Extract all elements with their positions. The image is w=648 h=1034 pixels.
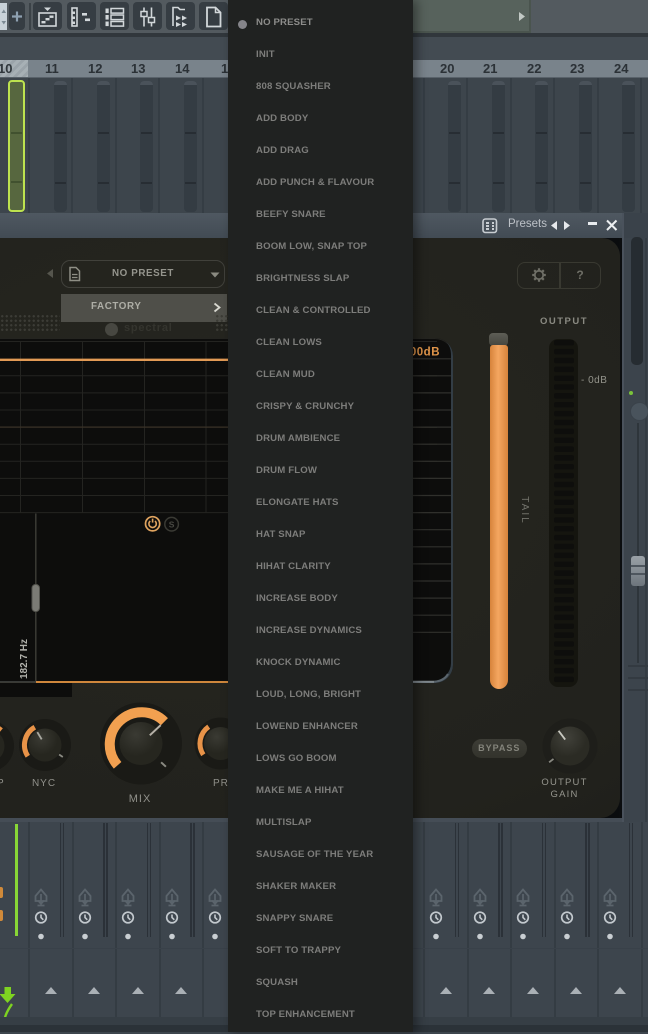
svg-text:S: S: [169, 520, 175, 530]
svg-text:00dB: 00dB: [410, 347, 440, 359]
